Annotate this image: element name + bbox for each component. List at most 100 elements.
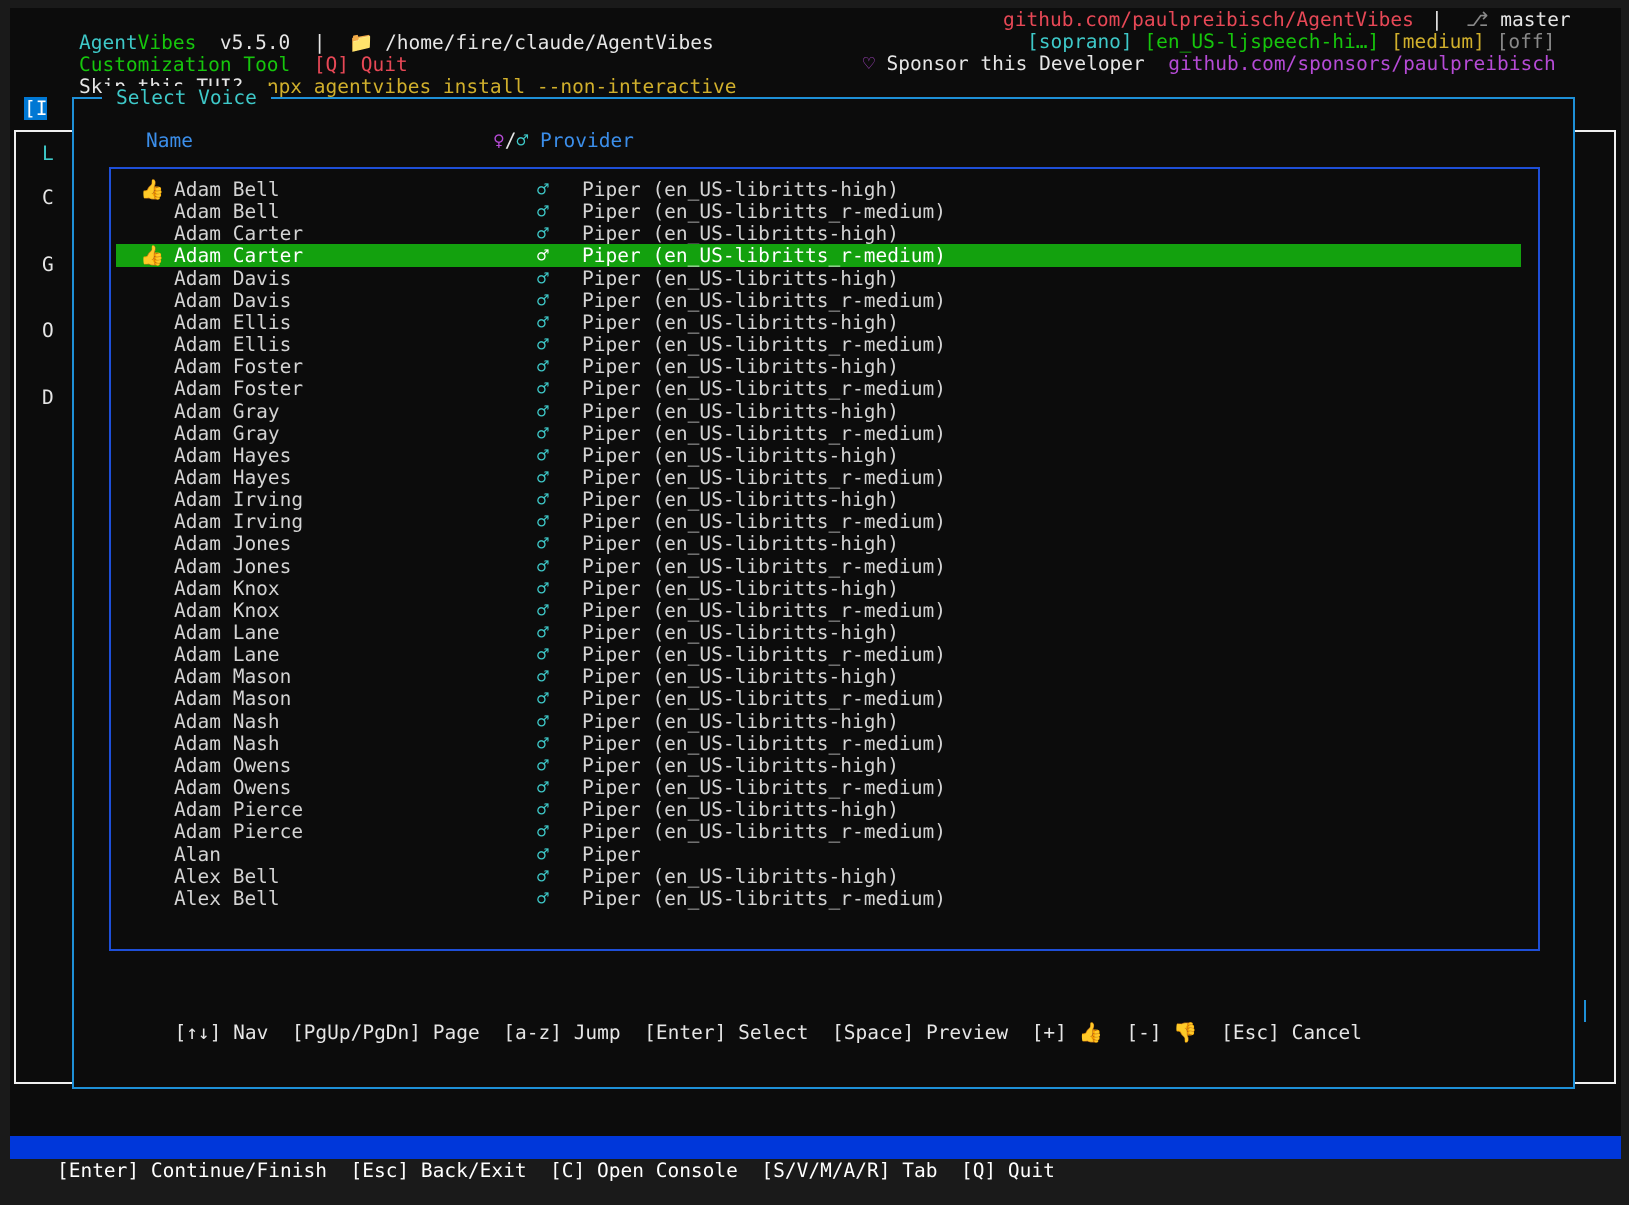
voice-row[interactable]: Alan ♂ Piper bbox=[116, 843, 1521, 866]
voice-name: Adam Knox bbox=[174, 598, 280, 622]
gender-male-icon: ♂ bbox=[537, 266, 549, 290]
voice-name: Adam Mason bbox=[174, 665, 292, 689]
gender-male-icon: ♂ bbox=[537, 200, 549, 224]
repo-link[interactable]: github.com/paulpreibisch/AgentVibes bbox=[1003, 8, 1414, 31]
gender-male-icon: ♂ bbox=[537, 310, 549, 334]
voice-provider: Piper (en_US-libritts-high) bbox=[582, 355, 899, 379]
voice-provider: Piper (en_US-libritts_r-medium) bbox=[582, 820, 946, 844]
voice-name: Adam Pierce bbox=[174, 820, 304, 844]
thumbs-up-icon: 👍 bbox=[1078, 1021, 1103, 1044]
voice-row[interactable]: Alex Bell ♂ Piper (en_US-libritts-high) bbox=[116, 865, 1521, 888]
voice-list[interactable]: 👍 Adam Bell ♂ Piper (en_US-libritts-high) Ad… bbox=[109, 167, 1540, 951]
skip-command[interactable]: npx agentvibes install --non-interactive bbox=[267, 75, 737, 98]
voice-name: Adam Bell bbox=[174, 178, 280, 201]
voice-name: Adam Owens bbox=[174, 753, 292, 777]
voice-row[interactable]: Adam Davis ♂ Piper (en_US-libritts-high) bbox=[116, 267, 1521, 290]
mode-tag: [off] bbox=[1496, 30, 1556, 53]
gender-male-icon: ♂ bbox=[537, 731, 549, 755]
voice-row[interactable]: Adam Jones ♂ Piper (en_US-libritts_r-mediu… bbox=[116, 555, 1521, 578]
voice-row[interactable]: Adam Owens ♂ Piper (en_US-libritts_r-mediu… bbox=[116, 776, 1521, 799]
voice-row[interactable]: Adam Ellis ♂ Piper (en_US-libritts-high) bbox=[116, 311, 1521, 334]
voice-name: Adam Nash bbox=[174, 731, 280, 755]
voice-provider: Piper (en_US-libritts_r-medium) bbox=[582, 554, 946, 578]
voice-provider: Piper (en_US-libritts-high) bbox=[582, 310, 899, 334]
voice-provider: Piper (en_US-libritts-high) bbox=[582, 709, 899, 733]
sponsor-link[interactable]: github.com/sponsors/paulpreibisch bbox=[1168, 52, 1555, 75]
voice-row[interactable]: Adam Carter ♂ Piper (en_US-libritts-high) bbox=[116, 222, 1521, 245]
voice-row[interactable]: 👍 Adam Bell ♂ Piper (en_US-libritts-high) bbox=[116, 178, 1521, 201]
voice-row[interactable]: Adam Mason ♂ Piper (en_US-libritts_r-mediu… bbox=[116, 687, 1521, 710]
favorite-thumbs-up-icon: 👍 bbox=[140, 244, 165, 268]
voice-row[interactable]: Adam Pierce ♂ Piper (en_US-libritts_r-medi… bbox=[116, 820, 1521, 843]
heart-icon: ♡ bbox=[863, 52, 875, 75]
voice-name: Adam Irving bbox=[174, 488, 304, 512]
gender-male-icon: ♂ bbox=[537, 709, 549, 733]
voice-provider: Piper (en_US-libritts_r-medium) bbox=[582, 510, 946, 534]
voice-row[interactable]: Adam Gray ♂ Piper (en_US-libritts-high) bbox=[116, 400, 1521, 423]
gender-male-icon: ♂ bbox=[537, 465, 549, 489]
column-header-provider: Provider bbox=[540, 129, 634, 152]
voice-provider: Piper (en_US-libritts_r-medium) bbox=[582, 333, 946, 357]
voice-row[interactable]: Adam Foster ♂ Piper (en_US-libritts_r-medi… bbox=[116, 377, 1521, 400]
voice-row-selected[interactable]: 👍 Adam Carter ♂ Piper (en_US-libritts_r-med… bbox=[116, 244, 1521, 268]
voice-provider: Piper (en_US-libritts-high) bbox=[582, 576, 899, 600]
voice-row[interactable]: Adam Pierce ♂ Piper (en_US-libritts-high) bbox=[116, 798, 1521, 821]
gender-male-icon: ♂ bbox=[537, 288, 549, 312]
background-tab-chip[interactable]: [I bbox=[24, 97, 48, 120]
background-letter-4: O bbox=[42, 319, 54, 342]
model-tag: [en_US-ljspeech-hi…] bbox=[1144, 30, 1380, 53]
voice-row[interactable]: Adam Knox ♂ Piper (en_US-libritts_r-medium… bbox=[116, 599, 1521, 622]
voice-row[interactable]: Alex Bell ♂ Piper (en_US-libritts_r-medium… bbox=[116, 887, 1521, 910]
voice-row[interactable]: Adam Ellis ♂ Piper (en_US-libritts_r-mediu… bbox=[116, 333, 1521, 356]
voice-row[interactable]: Adam Hayes ♂ Piper (en_US-libritts-high) bbox=[116, 444, 1521, 467]
voice-row[interactable]: Adam Lane ♂ Piper (en_US-libritts-high) bbox=[116, 621, 1521, 644]
voice-name: Adam Pierce bbox=[174, 798, 304, 822]
thumbs-down-icon: 👎 bbox=[1173, 1021, 1198, 1044]
gender-male-icon: ♂ bbox=[537, 776, 549, 800]
voice-name: Adam Davis bbox=[174, 288, 292, 312]
voice-row[interactable]: Adam Bell ♂ Piper (en_US-libritts_r-medium… bbox=[116, 200, 1521, 223]
terminal-window: AgentVibes v5.5.0 | 📁 /home/fire/claude/… bbox=[10, 8, 1621, 1182]
voice-row[interactable]: Adam Nash ♂ Piper (en_US-libritts_r-medium… bbox=[116, 732, 1521, 755]
voice-row[interactable]: Adam Mason ♂ Piper (en_US-libritts-high) bbox=[116, 665, 1521, 688]
voice-row[interactable]: Adam Hayes ♂ Piper (en_US-libritts_r-mediu… bbox=[116, 466, 1521, 489]
gender-male-icon: ♂ bbox=[537, 532, 549, 556]
voice-row[interactable]: Adam Irving ♂ Piper (en_US-libritts_r-medi… bbox=[116, 510, 1521, 533]
hint-preview: [Space] Preview bbox=[832, 1021, 1009, 1044]
voice-provider: Piper (en_US-libritts-high) bbox=[582, 399, 899, 423]
select-voice-dialog: Select Voice Name ♀/♂ Provider 👍 Adam Bel… bbox=[72, 86, 1575, 1089]
gender-male-icon: ♂ bbox=[537, 842, 549, 866]
voice-name: Adam Jones bbox=[174, 554, 292, 578]
voice-row[interactable]: Adam Foster ♂ Piper (en_US-libritts-high) bbox=[116, 355, 1521, 378]
voice-name: Adam Gray bbox=[174, 421, 280, 445]
gender-male-icon: ♂ bbox=[537, 820, 549, 844]
voice-name: Adam Nash bbox=[174, 709, 280, 733]
voice-provider: Piper (en_US-libritts_r-medium) bbox=[582, 643, 946, 667]
voice-row[interactable]: Adam Lane ♂ Piper (en_US-libritts_r-medium… bbox=[116, 643, 1521, 666]
voice-row[interactable]: Adam Davis ♂ Piper (en_US-libritts_r-mediu… bbox=[116, 289, 1521, 312]
voice-provider: Piper (en_US-libritts_r-medium) bbox=[582, 731, 946, 755]
voice-name: Alex Bell bbox=[174, 864, 280, 888]
column-header-gender: ♀/♂ bbox=[493, 129, 528, 152]
voice-provider: Piper (en_US-libritts-high) bbox=[582, 864, 899, 888]
voice-row[interactable]: Adam Owens ♂ Piper (en_US-libritts-high) bbox=[116, 754, 1521, 777]
voice-row[interactable]: Adam Jones ♂ Piper (en_US-libritts-high) bbox=[116, 532, 1521, 555]
gender-male-icon: ♂ bbox=[537, 864, 549, 888]
voice-row[interactable]: Adam Nash ♂ Piper (en_US-libritts-high) bbox=[116, 710, 1521, 733]
dialog-title: Select Voice bbox=[102, 86, 271, 109]
voice-name: Adam Carter bbox=[174, 244, 304, 268]
hint-select: [Enter] Select bbox=[644, 1021, 809, 1044]
favorite-thumbs-up-icon: 👍 bbox=[140, 178, 165, 201]
voice-name: Adam Owens bbox=[174, 776, 292, 800]
voice-tag: [soprano] bbox=[1027, 30, 1133, 53]
voice-name: Adam Irving bbox=[174, 510, 304, 534]
voice-name: Adam Ellis bbox=[174, 333, 292, 357]
voice-row[interactable]: Adam Irving ♂ Piper (en_US-libritts-high) bbox=[116, 488, 1521, 511]
gender-male-icon: ♂ bbox=[537, 443, 549, 467]
voice-provider: Piper (en_US-libritts-high) bbox=[582, 443, 899, 467]
voice-provider: Piper (en_US-libritts_r-medium) bbox=[582, 687, 946, 711]
voice-row[interactable]: Adam Knox ♂ Piper (en_US-libritts-high) bbox=[116, 577, 1521, 600]
voice-row[interactable]: Adam Gray ♂ Piper (en_US-libritts_r-medium… bbox=[116, 422, 1521, 445]
hint-nav: [↑↓] Nav bbox=[174, 1021, 269, 1044]
gender-male-icon: ♂ bbox=[537, 621, 549, 644]
